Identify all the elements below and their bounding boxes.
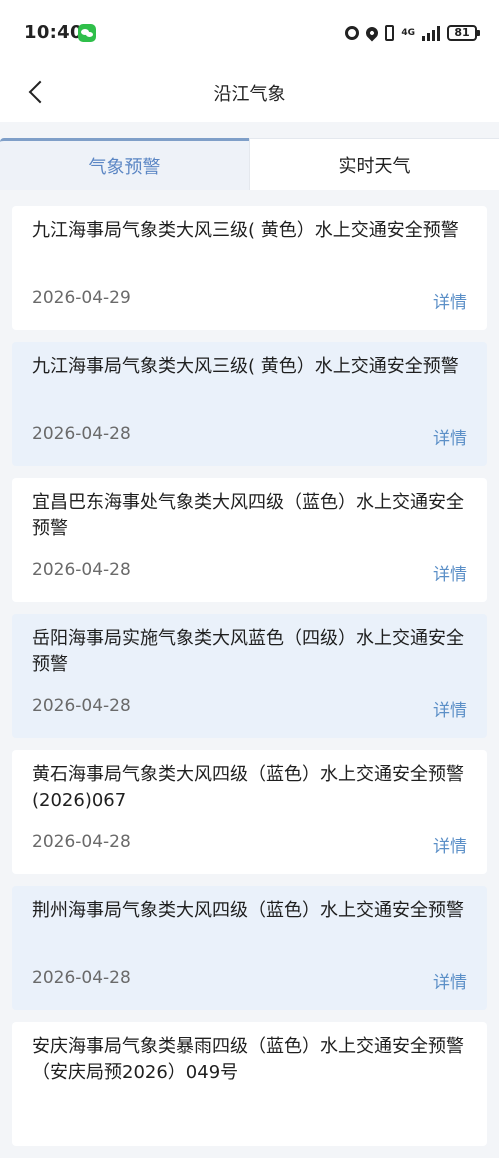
- detail-link[interactable]: 详情: [433, 968, 467, 993]
- location-icon: [363, 24, 381, 42]
- warning-title: 九江海事局气象类大风三级( 黄色）水上交通安全预警: [32, 220, 459, 241]
- warning-card[interactable]: 九江海事局气象类大风三级( 黄色）水上交通安全预警 2026-04-28 详情: [12, 342, 487, 466]
- warning-date: 2026-04-28: [32, 968, 131, 988]
- battery-icon: 81: [447, 25, 480, 41]
- tab-bar: 气象预警 实时天气: [0, 138, 499, 190]
- warning-date: 2026-04-28: [32, 832, 131, 852]
- warning-date: 2026-04-28: [32, 696, 131, 716]
- page-title: 沿江气象: [213, 84, 286, 105]
- vibrate-icon: [385, 25, 395, 41]
- network-type-label: 4G: [401, 27, 415, 38]
- detail-link[interactable]: 详情: [433, 560, 467, 585]
- warning-title: 岳阳海事局实施气象类大风蓝色（四级）水上交通安全预警: [32, 628, 464, 675]
- status-icons: 4G 81: [345, 22, 480, 44]
- status-time: 10:40: [24, 22, 83, 43]
- warning-title: 安庆海事局气象类暴雨四级（蓝色）水上交通安全预警（安庆局预2026）049号: [32, 1036, 464, 1083]
- warning-date: 2026-04-28: [32, 560, 131, 580]
- detail-link[interactable]: 详情: [433, 424, 467, 449]
- warning-date: 2026-04-28: [32, 424, 131, 444]
- status-bar: 10:40 4G 81: [0, 0, 499, 64]
- warning-title: 九江海事局气象类大风三级( 黄色）水上交通安全预警: [32, 356, 459, 377]
- warning-list: 九江海事局气象类大风三级( 黄色）水上交通安全预警 2026-04-29 详情 …: [12, 206, 487, 1158]
- warning-title: 黄石海事局气象类大风四级（蓝色）水上交通安全预警 (2026)067: [32, 764, 464, 811]
- warning-card[interactable]: 荆州海事局气象类大风四级（蓝色）水上交通安全预警 2026-04-28 详情: [12, 886, 487, 1010]
- detail-link[interactable]: 详情: [433, 832, 467, 857]
- wechat-notification-icon: [78, 24, 96, 42]
- signal-icon: [422, 25, 440, 41]
- tab-realtime-weather[interactable]: 实时天气: [249, 138, 499, 190]
- warning-card[interactable]: 安庆海事局气象类暴雨四级（蓝色）水上交通安全预警（安庆局预2026）049号: [12, 1022, 487, 1146]
- warning-date: 2026-04-29: [32, 288, 131, 308]
- nav-bar: 沿江气象: [0, 64, 499, 122]
- alarm-icon: [345, 26, 360, 40]
- warning-card[interactable]: 岳阳海事局实施气象类大风蓝色（四级）水上交通安全预警 2026-04-28 详情: [12, 614, 487, 738]
- warning-card[interactable]: 宜昌巴东海事处气象类大风四级（蓝色）水上交通安全预警 2026-04-28 详情: [12, 478, 487, 602]
- warning-title: 荆州海事局气象类大风四级（蓝色）水上交通安全预警: [32, 900, 464, 921]
- detail-link[interactable]: 详情: [433, 288, 467, 313]
- detail-link[interactable]: 详情: [433, 696, 467, 721]
- warning-card[interactable]: 黄石海事局气象类大风四级（蓝色）水上交通安全预警 (2026)067 2026-…: [12, 750, 487, 874]
- warning-title: 宜昌巴东海事处气象类大风四级（蓝色）水上交通安全预警: [32, 492, 464, 539]
- warning-card[interactable]: 九江海事局气象类大风三级( 黄色）水上交通安全预警 2026-04-29 详情: [12, 206, 487, 330]
- tab-weather-warnings[interactable]: 气象预警: [0, 138, 249, 190]
